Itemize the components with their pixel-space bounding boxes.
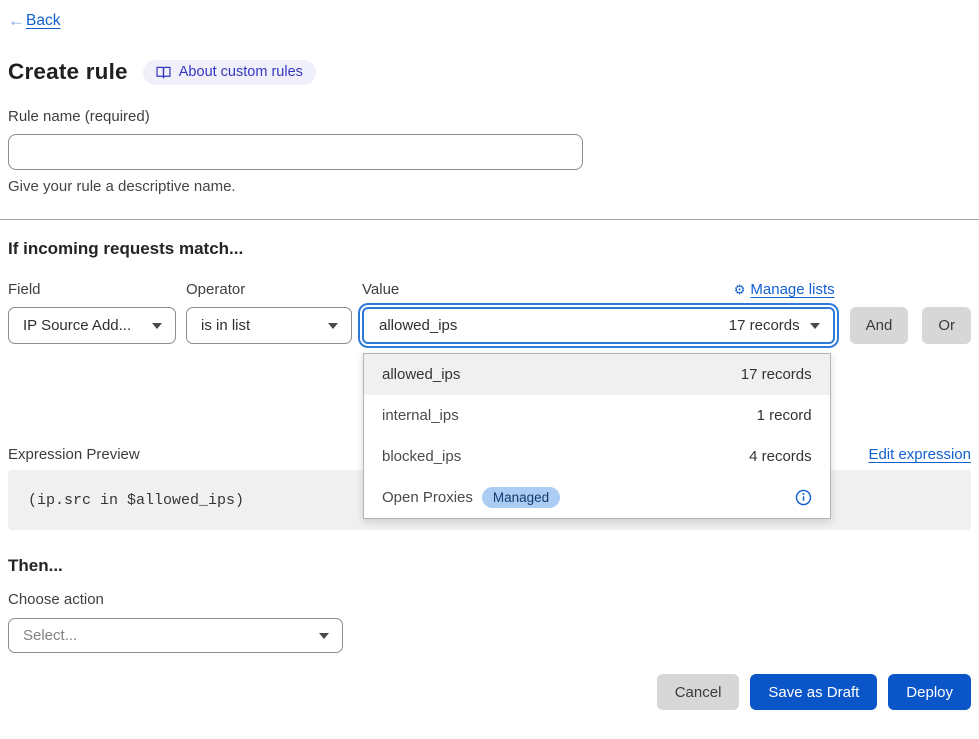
chevron-down-icon bbox=[328, 323, 338, 329]
list-item-record-count: 17 records bbox=[741, 366, 812, 383]
value-label: Value bbox=[362, 281, 399, 298]
list-item-allowed-ips[interactable]: allowed_ips 17 records bbox=[364, 354, 830, 395]
choose-action-label: Choose action bbox=[8, 591, 971, 609]
value-select-meta: 17 records bbox=[729, 317, 800, 334]
operator-label: Operator bbox=[186, 281, 352, 298]
info-icon[interactable] bbox=[795, 489, 812, 506]
deploy-button[interactable]: Deploy bbox=[888, 674, 971, 710]
page-title: Create rule bbox=[8, 59, 128, 85]
operator-select-value: is in list bbox=[201, 317, 250, 334]
list-item-blocked-ips[interactable]: blocked_ips 4 records bbox=[364, 436, 830, 477]
then-section-heading: Then... bbox=[8, 555, 971, 577]
field-select-value: IP Source Add... bbox=[23, 317, 131, 334]
about-custom-rules-link[interactable]: About custom rules bbox=[143, 60, 316, 85]
field-select[interactable]: IP Source Add... bbox=[8, 307, 176, 344]
rule-name-input[interactable] bbox=[8, 134, 583, 170]
list-item-name: blocked_ips bbox=[382, 448, 461, 465]
back-link-label: Back bbox=[26, 12, 60, 30]
manage-lists-link[interactable]: ⚙ Manage lists bbox=[734, 281, 835, 298]
action-select-placeholder: Select... bbox=[23, 627, 77, 644]
back-arrow-icon: ← bbox=[8, 11, 25, 31]
managed-badge: Managed bbox=[482, 487, 560, 508]
action-select[interactable]: Select... bbox=[8, 618, 343, 653]
expression-preview-label: Expression Preview bbox=[8, 446, 140, 463]
field-label: Field bbox=[8, 281, 176, 298]
list-item-internal-ips[interactable]: internal_ips 1 record bbox=[364, 395, 830, 436]
manage-lists-label: Manage lists bbox=[750, 281, 834, 298]
list-item-name: allowed_ips bbox=[382, 366, 460, 383]
chevron-down-icon bbox=[319, 633, 329, 639]
and-button[interactable]: And bbox=[850, 307, 909, 344]
rule-name-helper: Give your rule a descriptive name. bbox=[8, 178, 971, 196]
list-item-name: Open Proxies bbox=[382, 489, 473, 506]
cancel-button[interactable]: Cancel bbox=[657, 674, 740, 710]
list-item-open-proxies[interactable]: Open Proxies Managed bbox=[364, 477, 830, 518]
match-section-heading: If incoming requests match... bbox=[8, 238, 971, 260]
gear-icon: ⚙ bbox=[734, 283, 746, 296]
chevron-down-icon bbox=[810, 323, 820, 329]
book-icon bbox=[156, 66, 171, 79]
chevron-down-icon bbox=[152, 323, 162, 329]
list-dropdown-menu: allowed_ips 17 records internal_ips 1 re… bbox=[363, 353, 831, 519]
back-link[interactable]: ←Back bbox=[8, 11, 60, 31]
condition-builder-row: Field IP Source Add... Operator is in li… bbox=[8, 281, 971, 344]
edit-expression-link[interactable]: Edit expression bbox=[868, 446, 971, 463]
about-custom-rules-label: About custom rules bbox=[179, 64, 303, 80]
value-select-value: allowed_ips bbox=[379, 317, 457, 334]
value-select[interactable]: allowed_ips 17 records bbox=[362, 307, 835, 344]
list-item-record-count: 4 records bbox=[749, 448, 812, 465]
list-item-name: internal_ips bbox=[382, 407, 459, 424]
list-item-record-count: 1 record bbox=[757, 407, 812, 424]
save-as-draft-button[interactable]: Save as Draft bbox=[750, 674, 877, 710]
operator-select[interactable]: is in list bbox=[186, 307, 352, 344]
section-divider bbox=[0, 219, 979, 220]
expression-code: (ip.src in $allowed_ips) bbox=[28, 492, 244, 509]
rule-name-label: Rule name (required) bbox=[8, 108, 971, 126]
or-button[interactable]: Or bbox=[922, 307, 971, 344]
